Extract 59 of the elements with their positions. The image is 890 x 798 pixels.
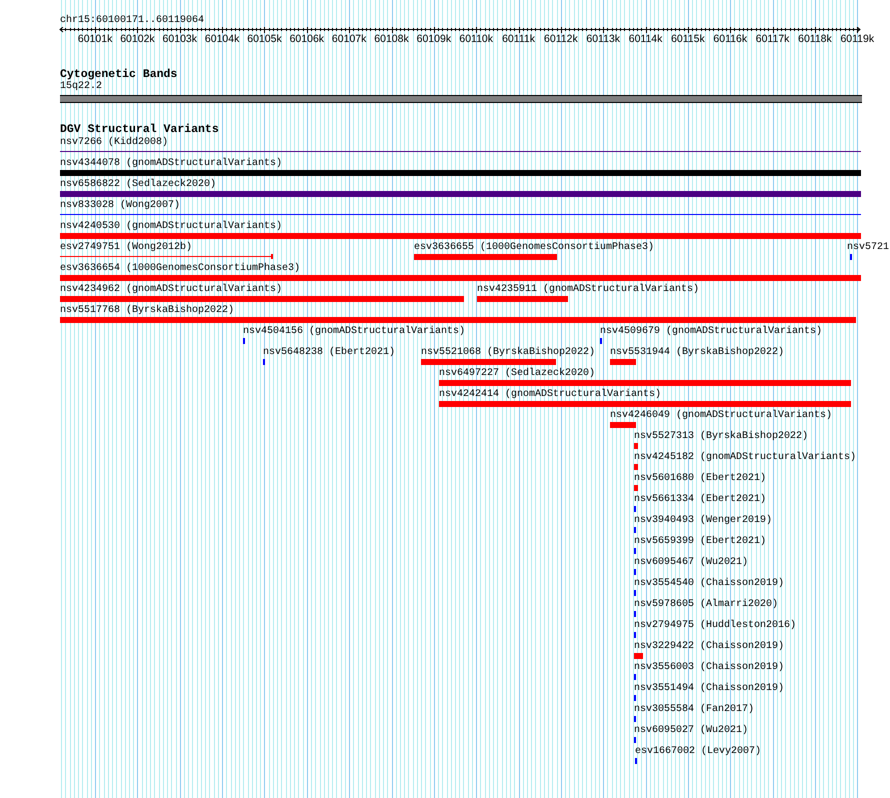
feature-label: nsv7266 (Kidd2008): [60, 137, 168, 149]
feature-label: nsv3556003 (Chaisson2019): [634, 662, 784, 674]
tick-label: 60119k: [840, 33, 874, 45]
feature-label: nsv4509679 (gnomADStructuralVariants): [600, 326, 822, 338]
feature-label: nsv4240530 (gnomADStructuralVariants): [60, 221, 282, 233]
feature-label: esv3636654 (1000GenomesConsortiumPhase3): [60, 263, 300, 275]
band-label: 15q22.2: [60, 81, 102, 93]
region-label: chr15:60100171..60119064: [60, 14, 204, 27]
feature-label: nsv833028 (Wong2007): [60, 200, 180, 212]
feature-label: nsv5978605 (Almarri2020): [634, 599, 778, 611]
feature-label: nsv4235911 (gnomADStructuralVariants): [477, 284, 700, 296]
tick-label: 60116k: [713, 33, 748, 45]
feature-label: nsv6095027 (Wu2021): [634, 725, 748, 737]
feature-label: nsv3055584 (Fan2017): [634, 704, 754, 716]
feature-label: nsv6497227 (Sedlazeck2020): [439, 368, 596, 380]
feature-label: esv1667002 (Levy2007): [635, 746, 762, 758]
tick-label: 60109k: [416, 33, 452, 45]
tick-label: 60113k: [586, 33, 620, 45]
feature-label: nsv5661334 (Ebert2021): [634, 494, 766, 506]
tick-label: 60103k: [162, 33, 197, 45]
tick-label: 60106k: [290, 33, 324, 45]
feature-label: nsv4504156 (gnomADStructuralVariants): [243, 326, 466, 338]
track-title: Cytogenetic Bands: [60, 69, 178, 81]
tick-label: 60117k: [756, 33, 790, 45]
feature-label: nsv5659399 (Ebert2021): [634, 536, 766, 548]
tick-label: 60111k: [502, 33, 535, 45]
tick-label: 60110k: [459, 33, 494, 45]
feature-label: esv3636655 (1000GenomesConsortiumPhase3): [414, 242, 654, 254]
feature-label: nsv4245182 (gnomADStructuralVariants): [634, 452, 856, 464]
feature-label: nsv4242414 (gnomADStructuralVariants): [439, 389, 662, 401]
feature-label: nsv5531944 (ByrskaBishop2022): [610, 347, 784, 359]
tick-label: 60102k: [120, 33, 155, 45]
track-title: DGV Structural Variants: [60, 124, 219, 136]
feature-label: nsv5601680 (Ebert2021): [634, 473, 766, 485]
feature-label: nsv3940493 (Wenger2019): [634, 515, 772, 527]
feature-label: nsv5521068 (ByrskaBishop2022): [421, 347, 596, 359]
tick-label: 60104k: [204, 33, 240, 45]
feature-label: nsv3554540 (Chaisson2019): [634, 578, 784, 590]
feature-label: nsv2794975 (Huddleston2016): [634, 620, 796, 632]
tick-label: 60101k: [78, 33, 112, 45]
feature-label: nsv5517768 (ByrskaBishop2022): [60, 305, 234, 317]
tick-label: 60107k: [332, 33, 366, 45]
feature-label: nsv4344078 (gnomADStructuralVariants): [60, 158, 282, 170]
tick-label: 60115k: [671, 33, 705, 45]
tick-label: 60112k: [544, 33, 578, 45]
feature-label: nsv6095467 (Wu2021): [634, 557, 748, 569]
feature-label: nsv5527313 (ByrskaBishop2022): [634, 431, 808, 443]
feature-label: nsv3551494 (Chaisson2019): [634, 683, 784, 695]
tick-label: 60108k: [374, 33, 409, 45]
feature-label: nsv5648238 (Ebert2021): [263, 347, 396, 359]
feature-label: nsv5721: [847, 242, 890, 254]
feature-label: nsv6586822 (Sedlazeck2020): [60, 179, 216, 191]
feature-label: esv2749751 (Wong2012b): [60, 242, 192, 254]
tick-label: 60118k: [798, 33, 832, 45]
feature-label: nsv4246049 (gnomADStructuralVariants): [610, 410, 832, 422]
tick-label: 60105k: [247, 33, 282, 45]
feature-label: nsv4234962 (gnomADStructuralVariants): [60, 284, 282, 296]
feature-label: nsv3229422 (Chaisson2019): [634, 641, 784, 653]
tick-label: 60114k: [628, 33, 662, 45]
